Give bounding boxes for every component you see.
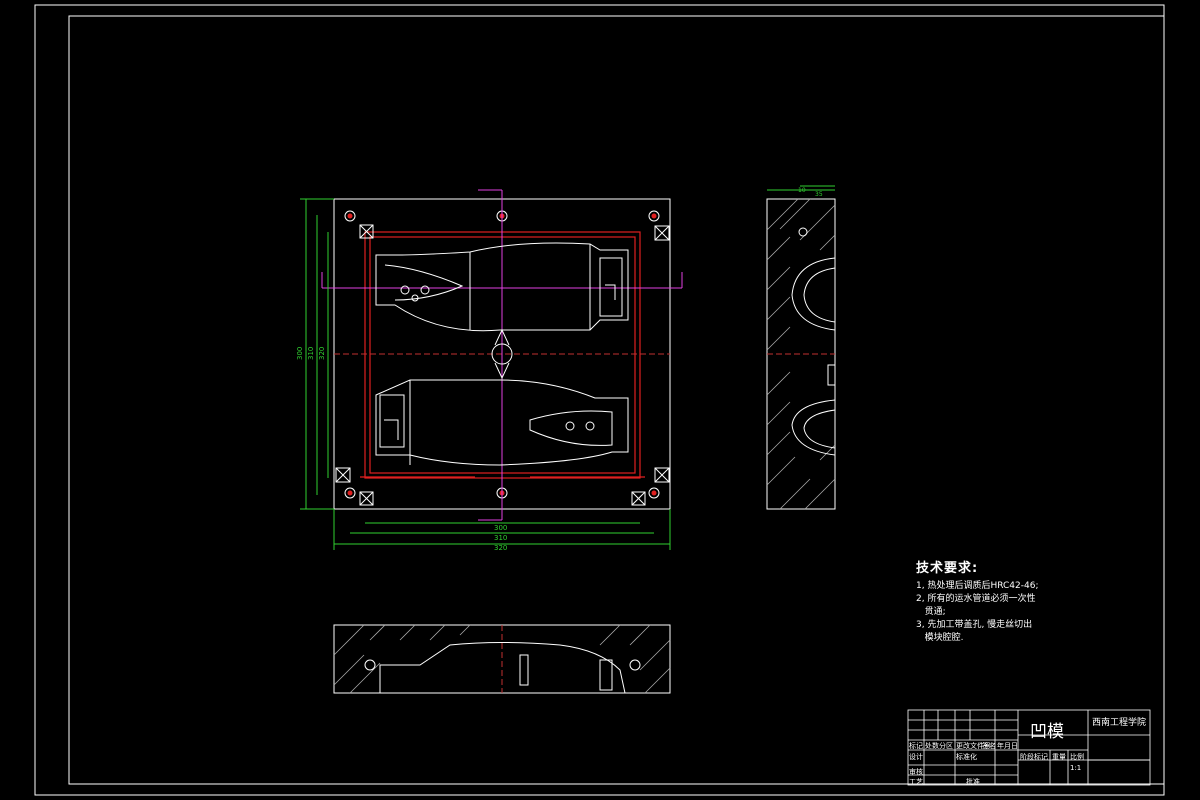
tb-label-count: 处数 xyxy=(925,742,939,750)
cad-drawing: 300 310 320 300 310 320 35 10 xyxy=(34,4,1165,796)
technical-requirements: 技术要求: 1, 热处理后调质后HRC42-46; 2, 所有的运水管道必须一次… xyxy=(916,557,1039,645)
note-item: 贯通; xyxy=(916,607,946,617)
section-view xyxy=(333,624,671,694)
note-item: 2, 所有的运水管道必须一次性 xyxy=(916,594,1036,604)
tb-label-stage: 阶段标记 xyxy=(1020,753,1048,761)
school-name: 西南工程学院 xyxy=(1092,718,1147,728)
tb-label-design: 设计 xyxy=(909,753,923,761)
side-dim-1: 35 xyxy=(815,191,823,198)
side-view xyxy=(766,185,836,510)
tb-label-approve: 批准 xyxy=(966,778,980,786)
note-item: 模块腔腔. xyxy=(916,633,964,643)
tb-scale-value: 1:1 xyxy=(1070,764,1082,772)
note-item: 1, 热处理后调质后HRC42-46; xyxy=(916,581,1039,591)
tb-label-process: 工艺 xyxy=(909,778,923,786)
tb-label-review: 审核 xyxy=(909,768,923,776)
drawing-title: 凹模 xyxy=(1030,722,1064,742)
tb-label-mark: 标记 xyxy=(909,742,923,750)
dim-left-1: 300 xyxy=(296,347,304,360)
tb-label-sign: 签名 xyxy=(982,742,996,750)
dim-bottom-1: 300 xyxy=(494,524,507,532)
tb-label-zone: 分区 xyxy=(939,742,953,750)
tb-label-weight: 重量 xyxy=(1052,753,1066,761)
dim-left-2: 310 xyxy=(307,347,315,360)
top-view: 300 310 320 300 310 320 xyxy=(296,189,683,552)
dim-left-3: 320 xyxy=(318,347,326,360)
dim-bottom-2: 310 xyxy=(494,534,507,542)
tb-label-scale: 比例 xyxy=(1070,753,1084,761)
dim-bottom-3: 320 xyxy=(494,544,507,552)
inner-frame xyxy=(68,15,1165,785)
notes-heading: 技术要求: xyxy=(916,561,979,576)
note-item: 3, 先加工带盖孔, 慢走丝切出 xyxy=(916,620,1033,630)
tb-label-date: 年月日 xyxy=(997,742,1018,750)
side-dim-2: 10 xyxy=(798,187,806,194)
tb-label-standardize: 标准化 xyxy=(956,753,977,761)
section-line-a xyxy=(321,189,683,521)
dimension-lines-left xyxy=(300,198,334,510)
